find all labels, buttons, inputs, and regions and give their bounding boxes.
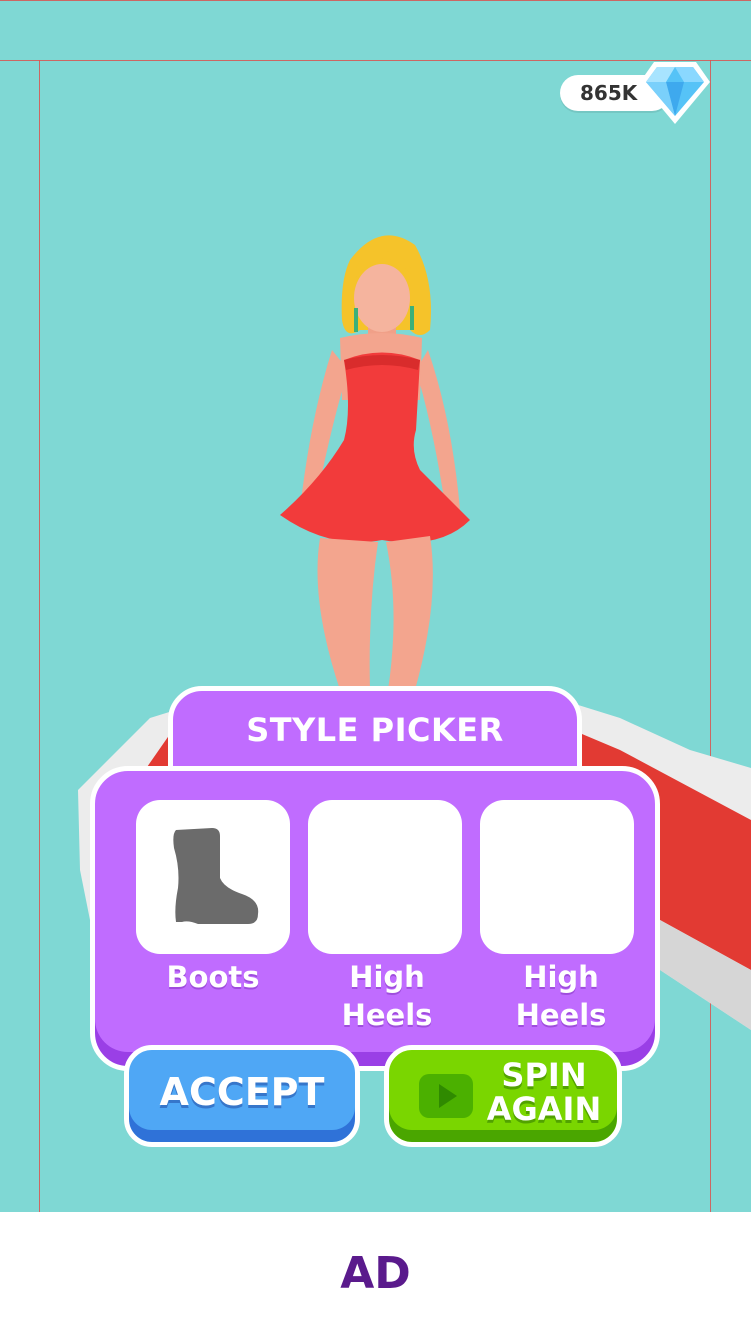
spin-again-label: SPIN AGAIN [486,1056,602,1128]
option-card-high-heels-1[interactable] [308,800,462,954]
option-label-boots: Boots [166,960,260,994]
character-model [280,235,470,690]
safe-area-right-line [710,60,711,1212]
option-card-high-heels-2[interactable] [480,800,634,954]
style-picker-title: STYLE PICKER [246,711,504,749]
diamond-icon [640,62,710,124]
ad-label: AD [340,1248,411,1299]
video-play-icon [419,1074,473,1118]
spin-again-button[interactable]: SPIN AGAIN [384,1045,622,1147]
option-label-high-heels-1: High Heels [341,960,433,1032]
accept-button[interactable]: ACCEPT [124,1045,360,1147]
option-card-boots[interactable] [136,800,290,954]
safe-area-left-line [39,60,40,1212]
option-label-high-heels-2: High Heels [515,960,607,1032]
boot-icon [173,828,259,924]
currency-amount: 865K [580,81,638,105]
ad-banner[interactable]: AD [0,1212,751,1335]
accept-button-label: ACCEPT [159,1070,325,1114]
safe-area-top-line [0,0,751,1]
